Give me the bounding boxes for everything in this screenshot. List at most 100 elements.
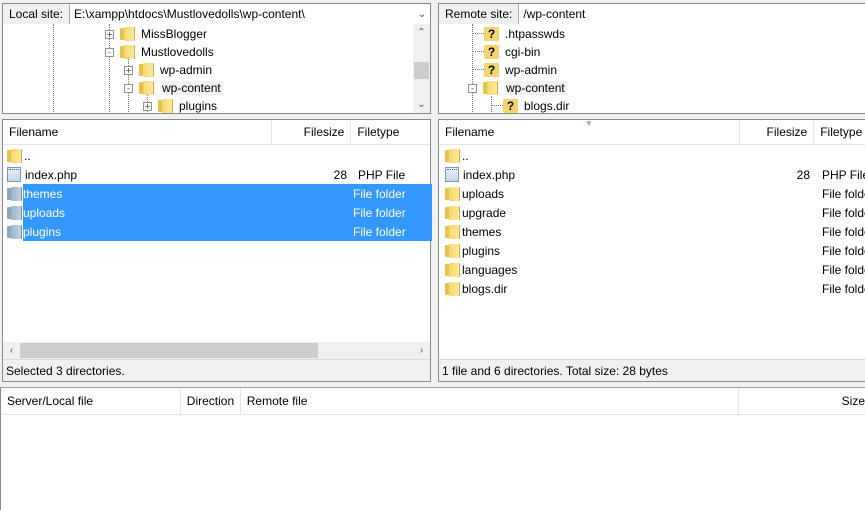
collapse-icon[interactable]: - <box>105 47 114 57</box>
list-row[interactable]: .. <box>439 146 865 165</box>
unknown-folder-icon: ? <box>484 63 499 77</box>
remote-status-bar: 1 file and 6 directories. Total size: 28… <box>439 359 865 381</box>
file-icon <box>7 167 21 182</box>
file-type <box>810 146 865 165</box>
list-header: Filename Filesize Filetype <box>3 120 430 145</box>
tree-item-selected[interactable]: - wp-content <box>468 79 567 97</box>
list-header: Filename ▼ Filesize Filetype <box>439 120 865 145</box>
scroll-left-icon[interactable]: ‹ <box>3 342 20 359</box>
list-row-selected[interactable]: plugins File folder <box>3 222 432 241</box>
scroll-thumb[interactable] <box>20 343 318 358</box>
file-type: File folder <box>822 262 865 277</box>
folder-icon <box>445 205 460 220</box>
column-direction[interactable]: Direction <box>181 388 241 414</box>
folder-icon <box>7 224 22 239</box>
folder-icon <box>158 99 173 113</box>
list-row[interactable]: .. <box>3 146 432 165</box>
tree-item-label: plugins <box>179 99 218 113</box>
list-row[interactable]: plugins File folder <box>439 241 865 260</box>
local-path-dropdown[interactable]: ⌄ <box>414 4 430 24</box>
column-label: Filename <box>445 125 495 139</box>
folder-icon <box>120 45 135 59</box>
file-type: File folder <box>353 205 406 220</box>
scroll-thumb[interactable] <box>414 62 429 79</box>
list-row-selected[interactable]: uploads File folder <box>3 203 432 222</box>
file-name: .. <box>462 148 469 163</box>
folder-icon <box>445 262 460 277</box>
expand-icon[interactable]: + <box>124 65 133 75</box>
column-filename[interactable]: Filename ▼ <box>439 120 740 144</box>
expand-icon[interactable]: + <box>143 101 152 111</box>
list-row[interactable]: index.php 28 PHP File <box>3 165 432 184</box>
tree-item[interactable]: ? blogs.dir <box>503 97 569 113</box>
collapse-icon[interactable]: - <box>468 83 477 93</box>
remote-file-list: Filename ▼ Filesize Filetype .. index.php… <box>438 119 865 382</box>
list-row[interactable]: upgrade File folder <box>439 203 865 222</box>
file-size <box>741 146 810 165</box>
list-row[interactable]: index.php 28 PHP File <box>439 165 865 184</box>
tree-item-label: wp-content <box>504 81 567 95</box>
folder-icon <box>445 148 460 163</box>
file-type: PHP File <box>358 167 406 182</box>
tree-item-label: cgi-bin <box>505 45 541 59</box>
list-row[interactable]: blogs.dir File folder <box>439 279 865 298</box>
unknown-folder-icon: ? <box>484 45 499 59</box>
list-row[interactable]: uploads File folder <box>439 184 865 203</box>
local-site-label: Local site: <box>3 4 71 24</box>
column-filetype[interactable]: Filetype <box>351 120 430 144</box>
list-row[interactable]: themes File folder <box>439 222 865 241</box>
remote-path-input[interactable] <box>519 4 865 24</box>
collapse-icon[interactable]: - <box>124 83 133 93</box>
file-name: languages <box>462 262 518 277</box>
local-file-list: Filename Filesize Filetype .. index.php … <box>2 119 432 382</box>
column-remote-file[interactable]: Remote file <box>241 388 740 414</box>
file-size: 28 <box>333 167 347 182</box>
local-path-input[interactable] <box>70 4 414 24</box>
column-filesize[interactable]: Filesize <box>740 120 815 144</box>
folder-icon <box>120 27 135 41</box>
file-name: upgrade <box>462 205 507 220</box>
transfer-queue: Server/Local file Direction Remote file … <box>0 387 865 510</box>
scroll-up-icon[interactable]: ⌃ <box>413 24 430 41</box>
remote-dir-tree: ? .htpasswds ? cgi-bin ? wp-admin - wp-c… <box>438 24 865 114</box>
tree-item-label: wp-admin <box>505 63 558 77</box>
column-size[interactable]: Size <box>739 388 865 414</box>
column-filesize[interactable]: Filesize <box>272 120 352 144</box>
local-tree-scrollbar[interactable]: ⌃ ⌄ <box>413 24 430 113</box>
column-server-local-file[interactable]: Server/Local file <box>1 388 181 414</box>
column-filetype[interactable]: Filetype <box>814 120 865 144</box>
remote-site-label: Remote site: <box>439 4 520 24</box>
tree-item[interactable]: - Mustlovedolls <box>105 43 214 61</box>
folder-icon <box>445 281 460 296</box>
list-row-selected[interactable]: themes File folder <box>3 184 432 203</box>
chevron-down-icon: ⌄ <box>417 8 427 20</box>
tree-item[interactable]: ? cgi-bin <box>484 43 540 61</box>
file-type: File folder <box>822 224 865 239</box>
folder-icon <box>7 148 22 163</box>
tree-item[interactable]: ? wp-admin <box>484 61 557 79</box>
folder-icon <box>445 224 460 239</box>
queue-header: Server/Local file Direction Remote file … <box>1 388 865 415</box>
sort-indicator-icon: ▼ <box>585 120 593 128</box>
scroll-right-icon[interactable]: › <box>413 342 430 359</box>
folder-icon <box>483 81 498 95</box>
local-list-hscrollbar[interactable]: ‹ › <box>3 342 430 359</box>
tree-item[interactable]: + wp-admin <box>124 61 212 79</box>
remote-site-bar: Remote site: <box>438 3 865 25</box>
file-name: uploads <box>462 186 505 201</box>
file-name: index.php <box>463 167 516 182</box>
tree-item[interactable]: + plugins <box>143 97 218 113</box>
tree-item[interactable]: ? .htpasswds <box>484 25 565 43</box>
folder-icon <box>139 63 154 77</box>
tree-item[interactable]: + MissBlogger <box>105 25 207 43</box>
tree-item-selected[interactable]: - wp-content <box>124 79 223 97</box>
file-size <box>741 203 810 222</box>
tree-item-label: MissBlogger <box>141 27 208 41</box>
file-type: PHP File <box>822 167 865 182</box>
scroll-down-icon[interactable]: ⌄ <box>413 96 430 113</box>
file-type: File folder <box>353 224 406 239</box>
expand-icon[interactable]: + <box>105 29 114 39</box>
list-row[interactable]: languages File folder <box>439 260 865 279</box>
file-size <box>741 184 810 203</box>
column-filename[interactable]: Filename <box>3 120 272 144</box>
